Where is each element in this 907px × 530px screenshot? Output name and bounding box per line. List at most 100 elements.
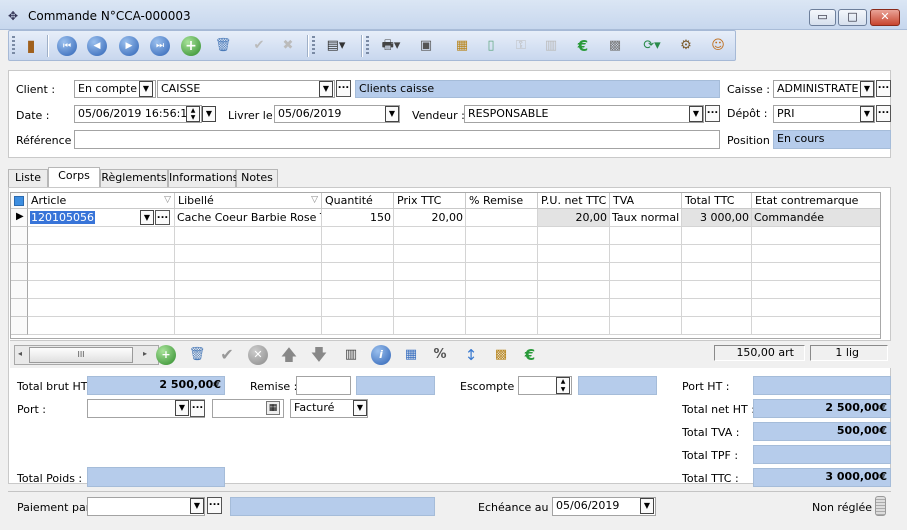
chevron-down-icon[interactable]: ▼ xyxy=(860,106,874,122)
euro-icon[interactable]: € xyxy=(519,344,541,366)
column-header-total-ttc[interactable]: Total TTC xyxy=(682,193,752,209)
add-icon[interactable]: + xyxy=(181,36,201,56)
filter-icon[interactable]: ▽ xyxy=(164,193,171,208)
lock-icon[interactable]: ▦ xyxy=(450,34,474,58)
empty-cell[interactable] xyxy=(175,299,322,317)
empty-cell[interactable] xyxy=(28,281,175,299)
row-indicator[interactable] xyxy=(11,281,28,299)
empty-cell[interactable] xyxy=(28,245,175,263)
paiement-select[interactable] xyxy=(87,497,205,516)
first-icon[interactable]: ⏮ xyxy=(57,36,77,56)
cancel-icon[interactable]: ✖ xyxy=(276,34,300,58)
empty-cell[interactable] xyxy=(394,281,466,299)
chevron-down-icon[interactable]: ▼ xyxy=(689,106,703,122)
row-indicator[interactable] xyxy=(11,227,28,245)
empty-cell[interactable] xyxy=(28,317,175,335)
toolbar-grip[interactable] xyxy=(312,36,315,56)
chevron-down-icon[interactable]: ▼ xyxy=(353,400,367,416)
column-header-remise[interactable]: % Remise xyxy=(466,193,538,209)
empty-cell[interactable] xyxy=(175,281,322,299)
delete-line-icon[interactable]: 🗑 xyxy=(186,344,208,366)
document-icon[interactable]: ▤▾ xyxy=(319,34,353,58)
percent-icon[interactable]: % xyxy=(429,344,451,366)
empty-cell[interactable] xyxy=(394,299,466,317)
empty-cell[interactable] xyxy=(466,263,538,281)
empty-cell[interactable] xyxy=(466,281,538,299)
empty-cell[interactable] xyxy=(610,299,682,317)
empty-cell[interactable] xyxy=(175,263,322,281)
empty-cell[interactable] xyxy=(752,317,880,335)
validate-icon[interactable]: ✔ xyxy=(247,34,271,58)
row-indicator[interactable] xyxy=(11,245,28,263)
previous-icon[interactable]: ◀ xyxy=(87,36,107,56)
empty-cell[interactable] xyxy=(538,263,610,281)
move-down-icon[interactable]: 🡇 xyxy=(308,344,330,366)
chevron-down-icon[interactable]: ▼ xyxy=(202,106,216,122)
prix-ttc-cell[interactable]: 20,00 xyxy=(394,209,466,227)
empty-cell[interactable] xyxy=(538,245,610,263)
tva-cell[interactable]: Taux normal xyxy=(610,209,682,227)
empty-cell[interactable] xyxy=(538,299,610,317)
last-icon[interactable]: ⏭ xyxy=(150,36,170,56)
empty-cell[interactable] xyxy=(610,245,682,263)
row-indicator[interactable] xyxy=(11,263,28,281)
caisse-lookup-button[interactable]: ... xyxy=(876,80,891,97)
empty-cell[interactable] xyxy=(682,281,752,299)
empty-cell[interactable] xyxy=(538,317,610,335)
stock-icon[interactable]: ▩ xyxy=(490,344,512,366)
empty-cell[interactable] xyxy=(538,281,610,299)
calculator-icon[interactable]: ▦ xyxy=(400,344,422,366)
chevron-down-icon[interactable]: ▼ xyxy=(385,106,399,122)
printer-icon[interactable]: ▩ xyxy=(603,34,627,58)
remise-input[interactable] xyxy=(296,376,351,395)
vendeur-lookup-button[interactable]: ... xyxy=(705,105,720,122)
empty-cell[interactable] xyxy=(466,245,538,263)
article-cell[interactable]: 120105056 xyxy=(30,211,95,224)
chevron-down-icon[interactable]: ▼ xyxy=(640,498,654,514)
calculator-icon[interactable]: ▦ xyxy=(266,401,280,415)
empty-cell[interactable] xyxy=(752,299,880,317)
empty-cell[interactable] xyxy=(322,281,394,299)
column-header-article[interactable]: Article ▽ xyxy=(28,193,175,209)
print-preview-icon[interactable]: ▣ xyxy=(414,34,438,58)
toolbar-grip[interactable] xyxy=(12,36,15,56)
empty-cell[interactable] xyxy=(752,263,880,281)
empty-cell[interactable] xyxy=(322,263,394,281)
empty-cell[interactable] xyxy=(682,263,752,281)
empty-cell[interactable] xyxy=(175,245,322,263)
empty-cell[interactable] xyxy=(322,299,394,317)
empty-cell[interactable] xyxy=(466,317,538,335)
quantite-cell[interactable]: 150 xyxy=(322,209,394,227)
horizontal-scrollbar[interactable]: ◂ III ▸ xyxy=(14,345,159,365)
tab-corps[interactable]: Corps xyxy=(48,167,100,187)
euro-icon[interactable]: € xyxy=(571,34,595,58)
empty-cell[interactable] xyxy=(610,263,682,281)
date-spinner[interactable]: ▲ ▼ xyxy=(186,106,200,122)
tab-notes[interactable]: Notes xyxy=(236,169,278,187)
select-all-checkbox[interactable] xyxy=(14,196,24,206)
date-input[interactable]: 05/06/2019 16:56:11 xyxy=(74,105,202,123)
empty-cell[interactable] xyxy=(610,317,682,335)
empty-cell[interactable] xyxy=(322,317,394,335)
client-code-input[interactable]: CAISSE xyxy=(157,80,335,98)
libelle-cell[interactable]: Cache Coeur Barbie Rose Tail xyxy=(175,209,322,227)
scroll-thumb[interactable]: III xyxy=(29,347,133,363)
article-lookup-button[interactable]: ... xyxy=(155,210,170,225)
column-header-prix-ttc[interactable]: Prix TTC xyxy=(394,193,466,209)
tab-informations[interactable]: Informations xyxy=(168,169,238,187)
maximize-button[interactable]: □ xyxy=(838,9,867,26)
key-icon[interactable]: ⚿ xyxy=(509,34,533,58)
toolbar-grip[interactable] xyxy=(366,36,369,56)
new-doc-icon[interactable]: ▯ xyxy=(479,34,503,58)
depot-lookup-button[interactable]: ... xyxy=(876,105,891,122)
delete-icon[interactable]: 🗑 xyxy=(211,34,235,58)
transform-icon[interactable]: ⟳▾ xyxy=(635,34,669,58)
reference-input[interactable] xyxy=(74,130,720,149)
empty-cell[interactable] xyxy=(752,281,880,299)
empty-cell[interactable] xyxy=(610,281,682,299)
empty-cell[interactable] xyxy=(610,227,682,245)
empty-cell[interactable] xyxy=(682,245,752,263)
table-row[interactable]: 120105056 ▼ ... xyxy=(28,209,175,227)
row-indicator[interactable] xyxy=(11,317,28,335)
cancel-line-icon[interactable]: ✕ xyxy=(248,345,268,365)
